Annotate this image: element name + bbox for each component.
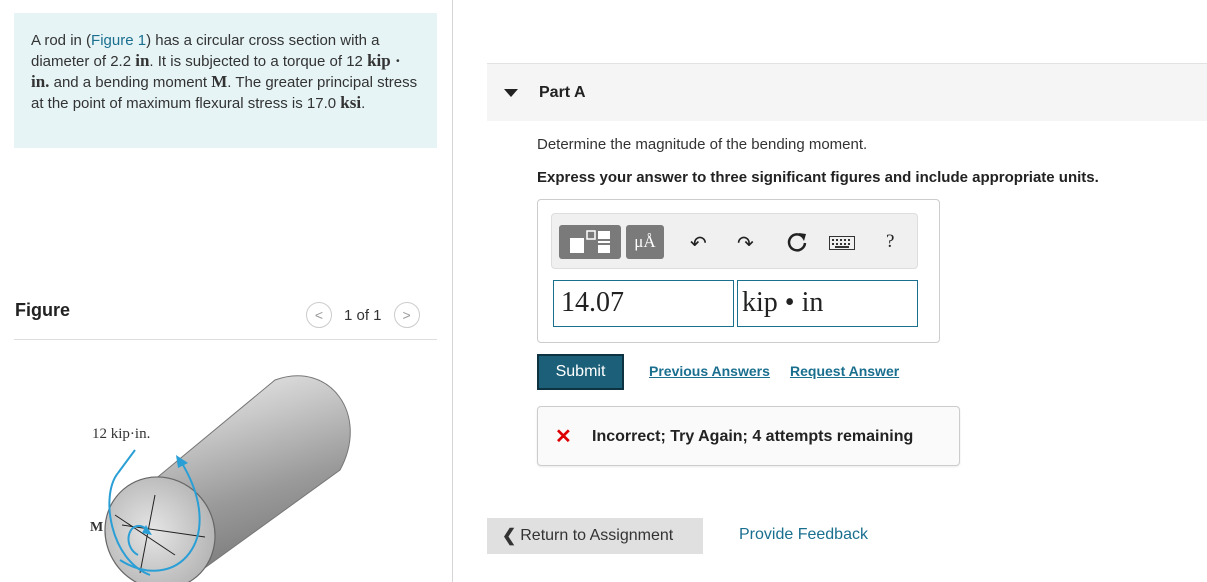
figure-pager: < 1 of 1 > bbox=[306, 302, 420, 328]
keyboard-icon[interactable] bbox=[829, 236, 855, 250]
templates-icon bbox=[570, 230, 610, 253]
unit-in: in bbox=[135, 51, 150, 70]
figure-count: 1 of 1 bbox=[344, 306, 382, 324]
instruction-text: Express your answer to three significant… bbox=[537, 169, 1099, 186]
problem-text-d: and a bending moment bbox=[49, 74, 212, 91]
answer-units-input[interactable]: kip • in bbox=[737, 280, 918, 327]
symbol-m: M bbox=[211, 72, 228, 91]
answer-panel: μÅ ↶ ↷ ? 14.07 kip • in bbox=[537, 199, 940, 343]
problem-statement: A rod in (Figure 1) has a circular cross… bbox=[14, 13, 437, 148]
problem-text-c: . It is subjected to a torque of 12 bbox=[149, 53, 368, 70]
feedback-box: ✕ Incorrect; Try Again; 4 attempts remai… bbox=[537, 406, 960, 466]
submit-button[interactable]: Submit bbox=[537, 354, 624, 390]
units-label: μÅ bbox=[634, 232, 656, 251]
column-separator bbox=[452, 0, 453, 582]
question-text: Determine the magnitude of the bending m… bbox=[537, 136, 868, 153]
units-button[interactable]: μÅ bbox=[626, 225, 664, 259]
answer-value-input[interactable]: 14.07 bbox=[553, 280, 734, 327]
incorrect-icon: ✕ bbox=[555, 426, 572, 448]
templates-button[interactable] bbox=[559, 225, 621, 259]
unit-ksi: ksi bbox=[340, 93, 362, 112]
problem-text-f: . bbox=[361, 95, 366, 112]
part-a-header[interactable]: Part A bbox=[487, 63, 1207, 121]
collapse-triangle-icon bbox=[504, 89, 518, 97]
math-toolbar: μÅ ↶ ↷ ? bbox=[551, 213, 918, 269]
prev-figure-button[interactable]: < bbox=[306, 302, 332, 328]
return-to-assignment-button[interactable]: ❮ Return to Assignment bbox=[487, 518, 703, 554]
chevron-left-icon: ❮ bbox=[502, 526, 517, 545]
undo-icon[interactable]: ↶ bbox=[690, 231, 707, 256]
previous-answers-link[interactable]: Previous Answers bbox=[649, 363, 770, 379]
divider bbox=[14, 339, 437, 340]
request-answer-link[interactable]: Request Answer bbox=[790, 363, 899, 379]
rod-figure: 12 kip·in. M bbox=[90, 375, 351, 582]
torque-label: 12 kip·in. bbox=[92, 426, 150, 442]
feedback-message: Incorrect; Try Again; 4 attempts remaini… bbox=[592, 428, 914, 445]
reset-icon[interactable] bbox=[786, 231, 808, 253]
provide-feedback-link[interactable]: Provide Feedback bbox=[739, 526, 868, 544]
next-figure-button[interactable]: > bbox=[393, 302, 420, 328]
return-label: Return to Assignment bbox=[520, 527, 674, 544]
redo-icon[interactable]: ↷ bbox=[737, 231, 754, 256]
moment-label: M bbox=[90, 520, 103, 535]
part-a-title: Part A bbox=[539, 84, 586, 101]
chevron-right-icon: > bbox=[402, 307, 411, 323]
figure-link[interactable]: Figure 1 bbox=[91, 32, 146, 49]
problem-text-a: A rod in ( bbox=[31, 32, 92, 49]
help-icon[interactable]: ? bbox=[886, 231, 894, 253]
chevron-left-icon: < bbox=[314, 307, 324, 323]
figure-heading: Figure bbox=[15, 300, 71, 320]
